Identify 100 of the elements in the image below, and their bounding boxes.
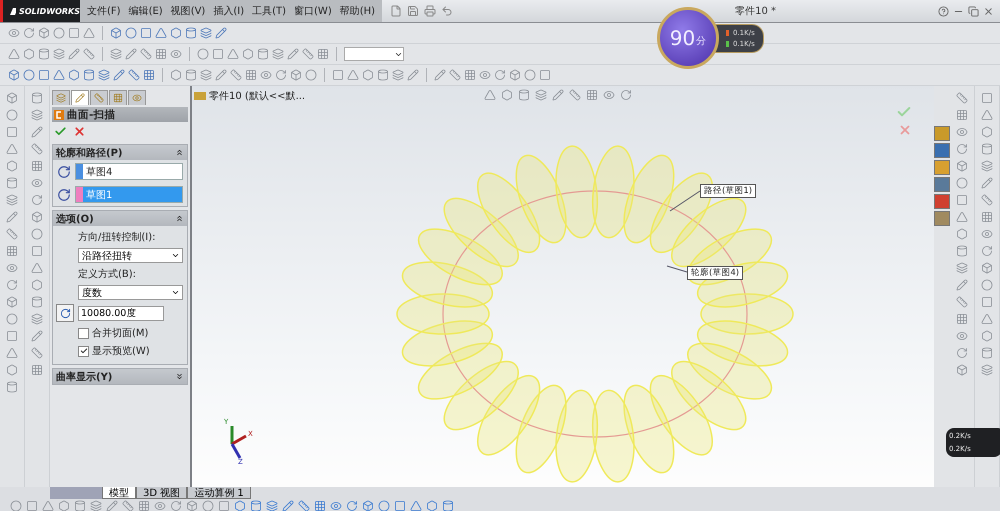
circle-icon[interactable] <box>23 69 35 81</box>
pencil-icon[interactable] <box>6 211 18 223</box>
rotate-icon[interactable] <box>6 279 18 291</box>
cylinder-icon[interactable] <box>518 89 530 101</box>
cylinder-icon[interactable] <box>981 347 993 359</box>
grid-icon[interactable] <box>586 89 598 101</box>
cylinder-icon[interactable] <box>31 92 43 104</box>
pencil-icon[interactable] <box>956 279 968 291</box>
eye-icon[interactable] <box>170 48 182 60</box>
callout-label[interactable]: 路径(草图1) <box>700 184 756 198</box>
rotate-icon[interactable] <box>620 89 632 101</box>
ruler-icon[interactable] <box>298 500 310 511</box>
panel-tab[interactable] <box>109 90 127 105</box>
eye-icon[interactable] <box>956 330 968 342</box>
menu-item[interactable]: 工具(T) <box>249 4 290 18</box>
square-icon[interactable] <box>981 92 993 104</box>
model-tab[interactable]: 运动算例 1 <box>187 487 251 499</box>
eye-icon[interactable] <box>603 89 615 101</box>
grid-icon[interactable] <box>464 69 476 81</box>
cylinder-icon[interactable] <box>6 381 18 393</box>
triangle-icon[interactable] <box>227 48 239 60</box>
ruler-icon[interactable] <box>140 48 152 60</box>
panel-tab[interactable] <box>128 90 146 105</box>
pencil-icon[interactable] <box>215 69 227 81</box>
cube-icon[interactable] <box>6 92 18 104</box>
cylinder-icon[interactable] <box>185 69 197 81</box>
eye-icon[interactable] <box>132 93 142 103</box>
ruler-icon[interactable] <box>122 500 134 511</box>
square-icon[interactable] <box>539 69 551 81</box>
circle-icon[interactable] <box>197 48 209 60</box>
rotate-icon[interactable] <box>275 69 287 81</box>
pencil-icon[interactable] <box>75 93 85 103</box>
grid-icon[interactable] <box>314 500 326 511</box>
rotate-icon[interactable] <box>23 27 35 39</box>
square-icon[interactable] <box>6 126 18 138</box>
ruler-icon[interactable] <box>94 93 104 103</box>
circle-icon[interactable] <box>10 500 22 511</box>
layers-icon[interactable] <box>200 27 212 39</box>
grid-icon[interactable] <box>31 364 43 376</box>
rotate-icon[interactable] <box>981 245 993 257</box>
cylinder-icon[interactable] <box>981 143 993 155</box>
ruler-icon[interactable] <box>31 143 43 155</box>
triangle-icon[interactable] <box>484 89 496 101</box>
pencil-icon[interactable] <box>113 69 125 81</box>
panel-tab[interactable] <box>52 90 70 105</box>
hexagon-icon[interactable] <box>6 364 18 376</box>
hexagon-icon[interactable] <box>170 69 182 81</box>
cylinder-icon[interactable] <box>31 296 43 308</box>
checkbox[interactable] <box>78 346 89 356</box>
cylinder-icon[interactable] <box>442 500 454 511</box>
square-icon[interactable] <box>981 296 993 308</box>
grid-icon[interactable] <box>245 69 257 81</box>
pencil-icon[interactable] <box>31 330 43 342</box>
menu-item[interactable]: 视图(V) <box>168 4 208 18</box>
hexagon-icon[interactable] <box>6 160 18 172</box>
hexagon-icon[interactable] <box>242 48 254 60</box>
cylinder-icon[interactable] <box>956 245 968 257</box>
menu-item[interactable]: 文件(F) <box>84 4 124 18</box>
layers-icon[interactable] <box>98 69 110 81</box>
circle-icon[interactable] <box>31 228 43 240</box>
grid-icon[interactable] <box>155 48 167 60</box>
pencil-icon[interactable] <box>552 89 564 101</box>
rotate-icon[interactable] <box>956 347 968 359</box>
circle-icon[interactable] <box>378 500 390 511</box>
triangle-icon[interactable] <box>42 500 54 511</box>
rotate-icon[interactable] <box>170 500 182 511</box>
cylinder-icon[interactable] <box>185 27 197 39</box>
cube-icon[interactable] <box>110 27 122 39</box>
square-icon[interactable] <box>394 500 406 511</box>
eye-icon[interactable] <box>260 69 272 81</box>
layers-icon[interactable] <box>981 364 993 376</box>
print-icon[interactable] <box>424 5 436 17</box>
grid-icon[interactable] <box>317 48 329 60</box>
rotate-icon[interactable] <box>31 194 43 206</box>
hexagon-icon[interactable] <box>981 330 993 342</box>
menu-item[interactable]: 帮助(H) <box>336 4 378 18</box>
help-icon[interactable] <box>938 6 949 16</box>
pencil-icon[interactable] <box>125 48 137 60</box>
model-tab[interactable]: 模型 <box>102 487 136 499</box>
grid-icon[interactable] <box>6 245 18 257</box>
cube-icon[interactable] <box>8 69 20 81</box>
hexagon-icon[interactable] <box>23 48 35 60</box>
eye-icon[interactable] <box>31 177 43 189</box>
circle-icon[interactable] <box>125 27 137 39</box>
menu-item[interactable]: 窗口(W) <box>291 4 335 18</box>
dropdown-field[interactable] <box>344 47 404 61</box>
triangle-icon[interactable] <box>31 262 43 274</box>
square-icon[interactable] <box>212 48 224 60</box>
layers-icon[interactable] <box>266 500 278 511</box>
triangle-icon[interactable] <box>6 347 18 359</box>
triangle-icon[interactable] <box>8 48 20 60</box>
grid-icon[interactable] <box>956 313 968 325</box>
triangle-icon[interactable] <box>6 143 18 155</box>
ruler-icon[interactable] <box>449 69 461 81</box>
ruler-icon[interactable] <box>83 48 95 60</box>
checkbox[interactable] <box>78 328 89 338</box>
pencil-icon[interactable] <box>282 500 294 511</box>
cylinder-icon[interactable] <box>38 48 50 60</box>
circle-icon[interactable] <box>981 279 993 291</box>
grid-icon[interactable] <box>981 211 993 223</box>
